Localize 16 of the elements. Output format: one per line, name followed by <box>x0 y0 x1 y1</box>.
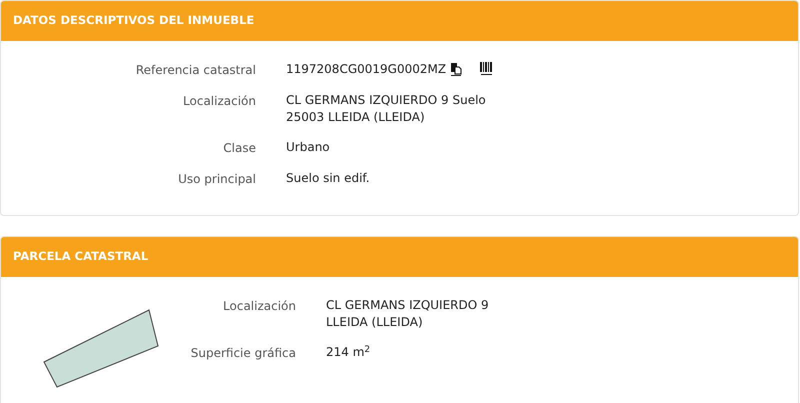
section-header: PARCELA CATASTRAL <box>1 237 798 277</box>
barcode-icon[interactable] <box>480 62 494 76</box>
field-value: Urbano <box>286 139 330 156</box>
field-label: Clase <box>222 140 257 157</box>
field-label: Referencia catastral <box>134 62 257 79</box>
field-value: Suelo sin edif. <box>286 170 370 187</box>
field-value: CL GERMANS IZQUIERDO 9 Suelo 25003 LLEIDA (LLEIDA) <box>286 92 486 126</box>
field-value: 1197208CG0019G0002MZ <box>286 61 446 78</box>
field-value: CL GERMANS IZQUIERDO 9 LLEIDA (LLEIDA) <box>326 297 489 331</box>
section-header: DATOS DESCRIPTIVOS DEL INMUEBLE <box>1 1 798 41</box>
field-value: 214 m$^{2}$ <box>326 344 370 361</box>
field-label: Uso principal <box>177 171 257 188</box>
field-label: Superficie gráfica <box>190 345 297 362</box>
field-label: Localización <box>182 93 257 110</box>
copy-icon[interactable] <box>450 63 462 76</box>
field-label: Localización <box>222 298 297 315</box>
